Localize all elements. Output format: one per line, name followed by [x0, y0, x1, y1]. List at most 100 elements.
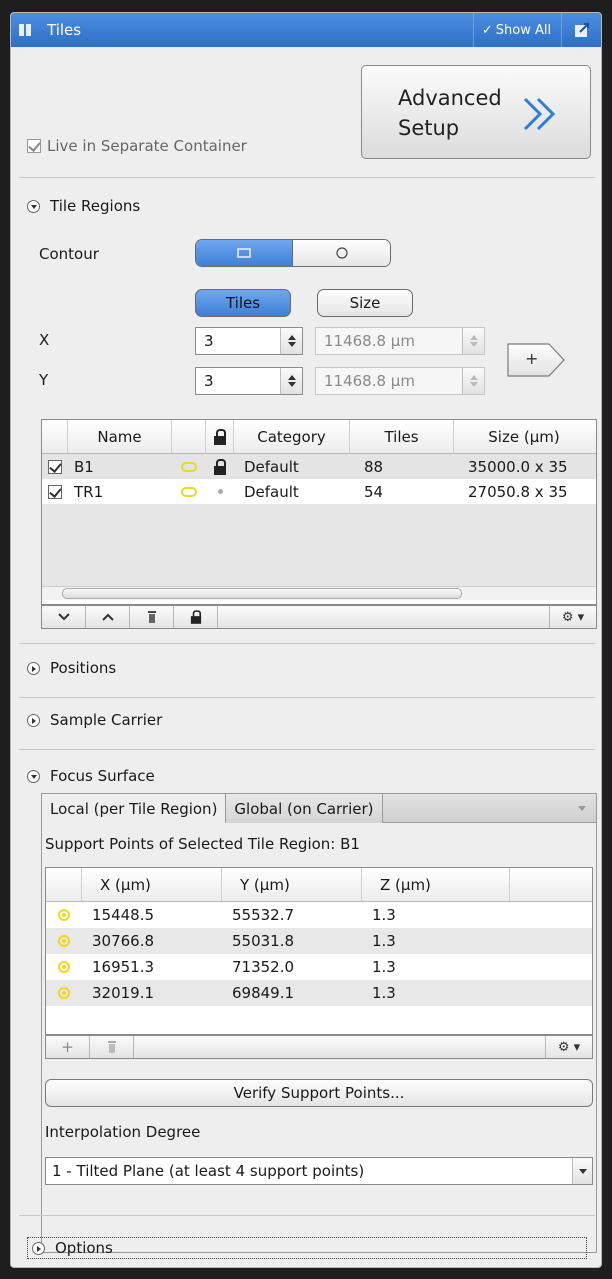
- tile-regions-table[interactable]: Name Category Tiles Size (µm) B1 Default…: [41, 419, 597, 605]
- y-tiles-spin-buttons[interactable]: [280, 368, 302, 394]
- tab-global[interactable]: Global (on Carrier): [226, 793, 383, 823]
- unlock-icon: [190, 610, 201, 624]
- add-tile-region-label: +: [525, 349, 539, 368]
- header-name[interactable]: Name: [68, 420, 172, 453]
- tab-overflow-dropdown[interactable]: [382, 793, 597, 823]
- options-header[interactable]: Options: [27, 1237, 587, 1259]
- contour-selector[interactable]: [195, 239, 391, 267]
- support-points-toolbar: + ⚙ ▾: [45, 1035, 593, 1059]
- table-row[interactable]: 32019.1 69849.1 1.3: [46, 980, 592, 1006]
- options-title: Options: [55, 1239, 113, 1257]
- row-checkbox[interactable]: [42, 454, 68, 479]
- table-header: Name Category Tiles Size (µm): [42, 420, 596, 454]
- header-x[interactable]: X (µm): [82, 868, 222, 901]
- support-settings-button[interactable]: ⚙ ▾: [546, 1036, 592, 1058]
- size-mode-button[interactable]: Size: [317, 289, 413, 317]
- table-empty-area: [42, 504, 596, 586]
- advanced-setup-button[interactable]: Advanced Setup: [361, 65, 591, 159]
- move-up-button[interactable]: [86, 606, 130, 628]
- tile-regions-title: Tile Regions: [50, 197, 141, 215]
- cell-y: 71352.0: [232, 958, 295, 976]
- expand-icon: [32, 1241, 45, 1255]
- interpolation-degree-label: Interpolation Degree: [45, 1123, 201, 1141]
- positions-title: Positions: [50, 659, 117, 677]
- table-row[interactable]: 30766.8 55031.8 1.3: [46, 928, 592, 954]
- verify-support-points-button[interactable]: Verify Support Points...: [45, 1079, 593, 1107]
- header-y[interactable]: Y (µm): [222, 868, 362, 901]
- trash-icon: [107, 1041, 116, 1053]
- header-category[interactable]: Category: [234, 420, 350, 453]
- tiles-panel: Tiles ✓ Show All Advanced Setup Live in …: [10, 12, 602, 1268]
- tiles-mode-button[interactable]: Tiles: [195, 289, 291, 317]
- show-all-button[interactable]: ✓ Show All: [473, 13, 559, 47]
- table-row[interactable]: 16951.3 71352.0 1.3: [46, 954, 592, 980]
- row-lock-icon[interactable]: [206, 454, 234, 479]
- y-size-spin-buttons: [462, 368, 484, 394]
- cell-y: 55031.8: [232, 932, 295, 950]
- add-tile-region-button[interactable]: +: [505, 341, 567, 379]
- cell-x: 15448.5: [92, 906, 155, 924]
- header-size[interactable]: Size (µm): [454, 420, 594, 453]
- double-chevron-right-icon: [523, 97, 556, 131]
- horizontal-scrollbar[interactable]: [42, 586, 596, 600]
- x-tiles-value[interactable]: 3: [196, 332, 280, 350]
- delete-button[interactable]: [130, 606, 174, 628]
- divider: [19, 1215, 595, 1216]
- table-settings-button[interactable]: ⚙ ▾: [550, 606, 596, 628]
- tile-regions-header[interactable]: Tile Regions: [27, 197, 140, 215]
- support-points-table[interactable]: X (µm) Y (µm) Z (µm) 15448.5 55532.7 1.3…: [45, 867, 593, 1035]
- cell-x: 30766.8: [92, 932, 155, 950]
- focus-surface-header[interactable]: Focus Surface: [27, 767, 155, 785]
- panel-titlebar: Tiles ✓ Show All: [11, 13, 601, 47]
- contour-oval-icon: [172, 479, 206, 504]
- add-support-point-button[interactable]: +: [46, 1036, 90, 1058]
- contour-rectangle-option[interactable]: [196, 240, 293, 266]
- table-row[interactable]: 15448.5 55532.7 1.3: [46, 902, 592, 928]
- tab-local[interactable]: Local (per Tile Region): [41, 793, 227, 823]
- live-separate-container-check[interactable]: [27, 139, 41, 153]
- x-size-value: 11468.8 µm: [324, 332, 415, 350]
- row-checkbox[interactable]: [42, 479, 68, 504]
- y-tiles-spinbox[interactable]: 3: [195, 367, 303, 395]
- contour-circle-option[interactable]: [293, 240, 390, 266]
- delete-support-point-button[interactable]: [90, 1036, 134, 1058]
- x-tiles-spinbox[interactable]: 3: [195, 327, 303, 355]
- header-lock-col[interactable]: [206, 420, 234, 453]
- select-arrow[interactable]: [572, 1158, 592, 1184]
- x-tiles-spin-buttons[interactable]: [280, 328, 302, 354]
- collapse-icon: [27, 769, 40, 783]
- cell-z: 1.3: [372, 932, 396, 950]
- row-category: Default: [244, 457, 299, 476]
- positions-header[interactable]: Positions: [27, 659, 116, 677]
- y-tiles-value[interactable]: 3: [196, 372, 280, 390]
- move-down-button[interactable]: [42, 606, 86, 628]
- unlocked-dot-icon[interactable]: [206, 479, 234, 504]
- header-z[interactable]: Z (µm): [362, 868, 510, 901]
- divider: [19, 177, 595, 178]
- scrollbar-thumb[interactable]: [62, 588, 462, 599]
- circle-icon: [335, 247, 348, 259]
- live-separate-container-checkbox[interactable]: Live in Separate Container: [27, 137, 247, 155]
- divider: [19, 643, 595, 644]
- advanced-setup-line2: Setup: [398, 116, 460, 140]
- rectangle-icon: [237, 248, 251, 258]
- table-row[interactable]: B1 Default 88 35000.0 x 35: [42, 454, 596, 479]
- interpolation-degree-select[interactable]: 1 - Tilted Plane (at least 4 support poi…: [45, 1157, 593, 1185]
- chevron-down-icon: [578, 1168, 587, 1174]
- header-tiles[interactable]: Tiles: [350, 420, 454, 453]
- undock-button[interactable]: [561, 13, 601, 47]
- gear-icon: ⚙ ▾: [557, 1039, 581, 1055]
- table-row[interactable]: TR1 Default 54 27050.8 x 35: [42, 479, 596, 504]
- sample-carrier-title: Sample Carrier: [50, 711, 163, 729]
- gear-icon: ⚙ ▾: [561, 609, 585, 625]
- contour-oval-icon: [172, 454, 206, 479]
- cell-z: 1.3: [372, 984, 396, 1002]
- divider: [19, 749, 595, 750]
- dropdown-arrow-icon: [578, 805, 586, 811]
- header-check-col: [42, 420, 68, 453]
- sample-carrier-header[interactable]: Sample Carrier: [27, 711, 162, 729]
- contour-label: Contour: [39, 245, 99, 263]
- interpolation-degree-value: 1 - Tilted Plane (at least 4 support poi…: [52, 1162, 365, 1180]
- x-size-spinbox: 11468.8 µm: [315, 327, 485, 355]
- unlock-button[interactable]: [174, 606, 218, 628]
